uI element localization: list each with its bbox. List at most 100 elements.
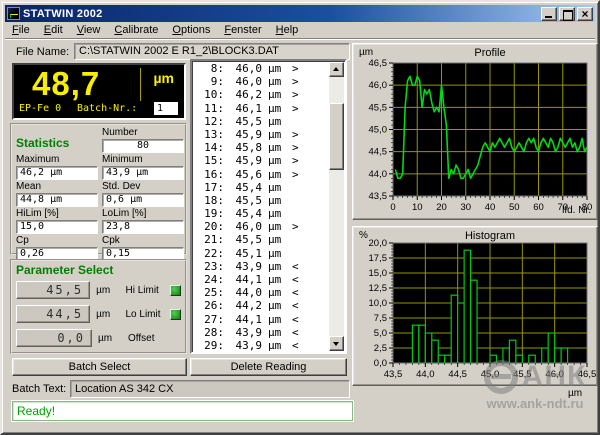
svg-text:44,0: 44,0 (369, 169, 388, 180)
stat-field-std-dev: Std. Dev0,6 µm (102, 181, 184, 207)
svg-text:45,5: 45,5 (513, 369, 532, 380)
parameter-select-group: Parameter Select 45,5µmHi Limit44,5µmLo … (10, 259, 187, 354)
stat-field-maximum: Maximum46,2 µm (16, 154, 98, 180)
stat-field-minimum: Minimum43,9 µm (102, 154, 184, 180)
reading-row[interactable]: 25:44,0µm< (194, 286, 328, 299)
scroll-up-icon[interactable] (329, 62, 344, 77)
svg-text:10: 10 (412, 202, 423, 213)
statistics-group: Statistics Number80Maximum46,2 µmMinimum… (10, 123, 187, 255)
param-label: Offset (128, 333, 172, 344)
lo-limit-led[interactable] (170, 309, 181, 320)
reading-row[interactable]: 26:44,2µm< (194, 299, 328, 312)
reading-row[interactable]: 20:46,0µm> (194, 220, 328, 233)
profile-chart: 43,544,044,545,045,546,046,5010203040506… (353, 44, 597, 224)
stat-field-cp: Cp0,26 (16, 235, 98, 261)
reading-row[interactable]: 27:44,1µm< (194, 313, 328, 326)
reading-row[interactable]: 13:45,9µm> (194, 128, 328, 141)
svg-text:30: 30 (460, 202, 471, 213)
menu-item-view[interactable]: View (70, 23, 108, 37)
app-icon (7, 7, 20, 20)
probe-label: EP-Fe 0 (19, 103, 61, 114)
svg-text:60: 60 (533, 202, 544, 213)
measurement-value: 48,7 (32, 65, 100, 103)
offset-input[interactable]: 0,0 (16, 329, 92, 347)
statistics-grid: Statistics Number80Maximum46,2 µmMinimum… (16, 127, 181, 261)
svg-text:46,0: 46,0 (545, 369, 564, 380)
svg-text:46,0: 46,0 (369, 80, 388, 91)
reading-row[interactable]: 15:45,9µm> (194, 154, 328, 167)
hi-limit-input[interactable]: 45,5 (16, 281, 90, 299)
reading-row[interactable]: 11:46,1µm> (194, 102, 328, 115)
param-label: Hi Limit (125, 285, 168, 296)
svg-text:44,5: 44,5 (448, 369, 467, 380)
menu-item-file[interactable]: File (5, 23, 37, 37)
menu-bar: FileEditViewCalibrateOptionsFensterHelp (5, 22, 595, 39)
reading-row[interactable]: 23:43,9µm< (194, 260, 328, 273)
reading-row[interactable]: 14:45,8µm> (194, 141, 328, 154)
param-label: Lo Limit (125, 309, 168, 320)
batch-text-field[interactable]: Location AS 342 CX (70, 380, 350, 398)
svg-text:40: 40 (485, 202, 496, 213)
batch-select-button[interactable]: Batch Select (12, 358, 187, 376)
stat-label: Maximum (16, 154, 98, 166)
reading-row[interactable]: 21:45,5µm (194, 233, 328, 246)
minimize-button[interactable] (541, 7, 557, 21)
reading-row[interactable]: 22:45,1µm (194, 247, 328, 260)
stat-label: Minimum (102, 154, 184, 166)
reading-row[interactable]: 16:45,6µm> (194, 168, 328, 181)
svg-text:44,5: 44,5 (369, 147, 388, 158)
menu-item-edit[interactable]: Edit (37, 23, 70, 37)
svg-text:43,5: 43,5 (384, 369, 403, 380)
reading-row[interactable]: 19:45,4µm (194, 207, 328, 220)
svg-text:15,0: 15,0 (369, 268, 388, 279)
reading-row[interactable]: 28:43,9µm< (194, 326, 328, 339)
scroll-down-icon[interactable] (329, 336, 344, 351)
histogram-chart-panel: % Histogram 0,02,55,07,510,012,515,017,5… (352, 226, 598, 386)
delete-reading-button[interactable]: Delete Reading (190, 358, 347, 376)
statistics-title: Statistics (16, 136, 98, 153)
profile-x-axis-label: lfd. Nr. (562, 205, 591, 216)
reading-row[interactable]: 8:46,0µm> (194, 62, 328, 75)
menu-item-options[interactable]: Options (165, 23, 217, 37)
param-row-offset: 0,0 µm Offset (16, 327, 181, 349)
menu-item-fenster[interactable]: Fenster (217, 23, 268, 37)
stat-field-mean: Mean44,8 µm (16, 181, 98, 207)
reading-row[interactable]: 29:43,9µm< (194, 339, 328, 351)
menu-item-help[interactable]: Help (269, 23, 306, 37)
reading-row[interactable]: 17:45,4µm (194, 181, 328, 194)
close-button[interactable] (577, 7, 593, 21)
reading-row[interactable]: 9:46,0µm> (194, 75, 328, 88)
hi-limit-led[interactable] (170, 285, 181, 296)
reading-row[interactable]: 24:44,1µm< (194, 273, 328, 286)
parameter-rows: 45,5µmHi Limit44,5µmLo Limit0,0µmOffset (16, 279, 181, 349)
stat-value: 80 (102, 139, 184, 153)
reading-row[interactable]: 18:45,5µm (194, 194, 328, 207)
stat-label: HiLim [%] (16, 208, 98, 220)
svg-text:2,5: 2,5 (374, 343, 387, 354)
stat-value: 15,0 (16, 220, 98, 234)
menu-item-calibrate[interactable]: Calibrate (107, 23, 165, 37)
lo-limit-input[interactable]: 44,5 (16, 305, 90, 323)
stat-field-hilim: HiLim [%]15,0 (16, 208, 98, 234)
svg-text:45,5: 45,5 (369, 102, 388, 113)
svg-text:20,0: 20,0 (369, 238, 388, 249)
batch-nr-input[interactable]: 1 (154, 102, 178, 115)
status-bar: Ready! (12, 401, 353, 421)
histogram-chart: 0,02,55,07,510,012,515,017,520,043,544,0… (353, 227, 597, 390)
stat-label: Cp (16, 235, 98, 247)
readings-scrollbar[interactable] (329, 62, 344, 351)
maximize-button[interactable] (559, 7, 575, 21)
stat-value: 44,8 µm (16, 193, 98, 207)
scrollbar-thumb[interactable] (329, 103, 344, 170)
param-unit: µm (98, 333, 120, 344)
reading-row[interactable]: 12:45,5µm (194, 115, 328, 128)
stat-field-lolim: LoLim [%]23,8 (102, 208, 184, 234)
batch-text-label: Batch Text: (12, 383, 66, 395)
profile-chart-panel: µm Profile 43,544,044,545,045,546,046,50… (352, 43, 598, 220)
svg-text:17,5: 17,5 (369, 253, 388, 264)
stat-field-cpk: Cpk0,15 (102, 235, 184, 261)
svg-text:7,5: 7,5 (374, 313, 387, 324)
file-name-field[interactable]: C:\STATWIN 2002 E R1_2\BLOCK3.DAT (74, 43, 350, 60)
title-bar[interactable]: STATWIN 2002 (5, 5, 595, 22)
reading-row[interactable]: 10:46,2µm> (194, 88, 328, 101)
